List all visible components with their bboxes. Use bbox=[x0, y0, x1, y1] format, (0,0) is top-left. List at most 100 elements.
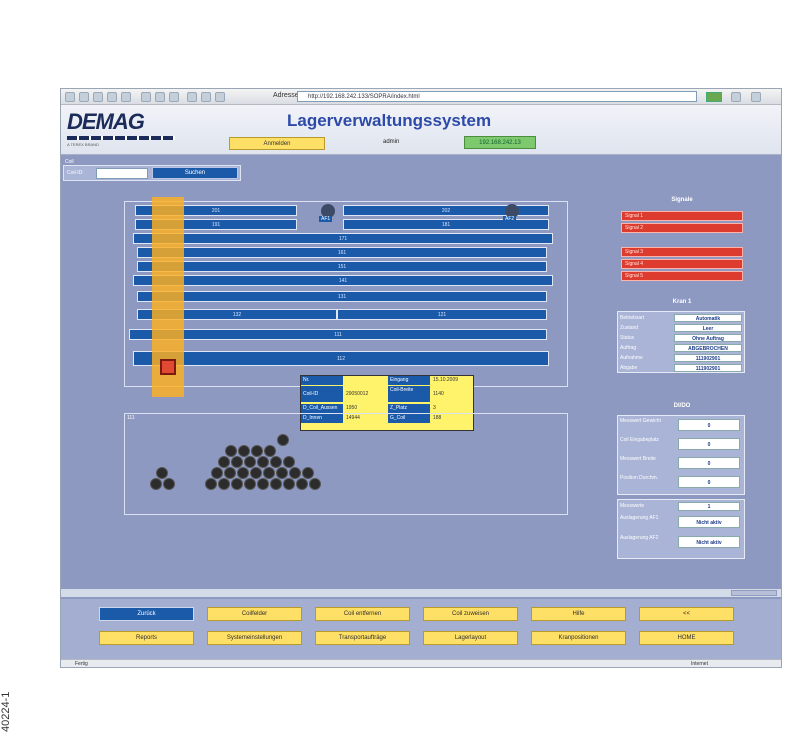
remove-coil-button[interactable]: Coil entfernen bbox=[315, 607, 410, 621]
help-button[interactable]: Hilfe bbox=[531, 607, 626, 621]
tooltip-key: Eingang bbox=[388, 376, 430, 385]
logo-stripe bbox=[67, 136, 175, 140]
lane[interactable]: 161 bbox=[137, 247, 547, 258]
coil[interactable] bbox=[289, 467, 301, 479]
transport-orders-button[interactable]: Transportaufträge bbox=[315, 631, 410, 645]
edit-icon[interactable] bbox=[215, 92, 225, 102]
home-icon[interactable] bbox=[121, 92, 131, 102]
lane-label: 112 bbox=[337, 356, 345, 362]
previous-button[interactable]: << bbox=[639, 607, 734, 621]
warehouse-layout-button[interactable]: Lagerlayout bbox=[423, 631, 518, 645]
signal-bar: Signal 5 bbox=[621, 271, 743, 281]
coil-fields-button[interactable]: Coilfelder bbox=[207, 607, 302, 621]
io-key: Coil Eingabeplatz bbox=[620, 437, 659, 443]
coil[interactable] bbox=[264, 445, 276, 457]
bottom-navigation: Zurück Coilfelder Coil entfernen Coil zu… bbox=[61, 599, 781, 659]
lane[interactable]: 171 bbox=[133, 233, 553, 244]
system-settings-button[interactable]: Systemeinstellungen bbox=[207, 631, 302, 645]
coil[interactable] bbox=[270, 478, 282, 490]
coil[interactable] bbox=[205, 478, 217, 490]
search-icon[interactable] bbox=[141, 92, 151, 102]
scrollbar-thumb[interactable] bbox=[731, 590, 777, 596]
go-button[interactable] bbox=[706, 92, 722, 102]
lane[interactable]: 141 bbox=[133, 275, 553, 286]
refresh-icon[interactable] bbox=[107, 92, 117, 102]
lane-label: 161 bbox=[337, 250, 347, 256]
assign-coil-button[interactable]: Coil zuweisen bbox=[423, 607, 518, 621]
back-icon[interactable] bbox=[65, 92, 75, 102]
coil[interactable] bbox=[283, 478, 295, 490]
coil[interactable] bbox=[309, 478, 321, 490]
lane-label: 132 bbox=[232, 312, 242, 318]
io-value: Nicht aktiv bbox=[678, 536, 740, 548]
horizontal-scrollbar[interactable] bbox=[61, 589, 781, 597]
coil[interactable] bbox=[244, 478, 256, 490]
coil[interactable] bbox=[224, 467, 236, 479]
coil[interactable] bbox=[231, 478, 243, 490]
stop-icon[interactable] bbox=[93, 92, 103, 102]
lane-label: 171 bbox=[338, 236, 348, 242]
favorites-icon[interactable] bbox=[155, 92, 165, 102]
coil[interactable] bbox=[257, 456, 269, 468]
coil[interactable] bbox=[283, 456, 295, 468]
coil[interactable] bbox=[257, 478, 269, 490]
lane-label: 181 bbox=[441, 222, 451, 228]
crane-status-panel: Betriebsart Automatik Zustand Leer Statu… bbox=[617, 311, 745, 373]
coil-id-input[interactable] bbox=[96, 168, 148, 179]
print-icon[interactable] bbox=[201, 92, 211, 102]
signal-bar: Signal 4 bbox=[621, 259, 743, 269]
tooltip-value: 15.10.2009 bbox=[433, 377, 459, 383]
crane-key: Status bbox=[620, 335, 635, 341]
coil[interactable] bbox=[211, 467, 223, 479]
mail-icon[interactable] bbox=[187, 92, 197, 102]
io-panel-title: DI/DO bbox=[673, 403, 691, 409]
forward-icon[interactable] bbox=[79, 92, 89, 102]
lane[interactable]: 131 bbox=[137, 291, 547, 302]
lane[interactable]: 121 bbox=[337, 309, 547, 320]
crane-key: Abgabe bbox=[620, 365, 638, 371]
links-icon[interactable] bbox=[731, 92, 741, 102]
coil[interactable] bbox=[150, 478, 162, 490]
home-button[interactable]: HOME bbox=[639, 631, 734, 645]
coil[interactable] bbox=[163, 478, 175, 490]
coil[interactable] bbox=[276, 467, 288, 479]
lane[interactable]: 151 bbox=[137, 261, 547, 272]
browser-toolbar: Adresse http://192.168.242.133/SOPRA/ind… bbox=[61, 89, 781, 105]
coil[interactable] bbox=[156, 467, 168, 479]
crane-positions-button[interactable]: Kranpositionen bbox=[531, 631, 626, 645]
lane[interactable]: 181 bbox=[343, 219, 549, 230]
tooltip-value: 1140 bbox=[433, 391, 444, 397]
io-status-panel: Messwert Gewicht 0 Coil Eingabeplatz 0 M… bbox=[617, 415, 745, 495]
login-button[interactable]: Anmelden bbox=[229, 137, 325, 150]
back-button[interactable]: Zurück bbox=[99, 607, 194, 621]
coil[interactable] bbox=[218, 456, 230, 468]
coil[interactable] bbox=[277, 434, 289, 446]
coil[interactable] bbox=[250, 467, 262, 479]
coil[interactable] bbox=[237, 467, 249, 479]
coil[interactable] bbox=[296, 478, 308, 490]
coil[interactable] bbox=[244, 456, 256, 468]
io-key: Auslagerung AF2 bbox=[620, 535, 659, 541]
coil[interactable] bbox=[251, 445, 263, 457]
coil[interactable] bbox=[225, 445, 237, 457]
crane-value: Automatik bbox=[674, 314, 742, 322]
crane-trolley[interactable] bbox=[160, 359, 176, 375]
reports-button[interactable]: Reports bbox=[99, 631, 194, 645]
tools-icon[interactable] bbox=[751, 92, 761, 102]
coil[interactable] bbox=[270, 456, 282, 468]
signal-bar: Signal 3 bbox=[621, 247, 743, 257]
lane[interactable]: 111 bbox=[129, 329, 547, 340]
coil[interactable] bbox=[263, 467, 275, 479]
coil[interactable] bbox=[218, 478, 230, 490]
address-input[interactable]: http://192.168.242.133/SOPRA/index.html bbox=[297, 91, 697, 102]
search-label: Coil-ID: bbox=[67, 170, 84, 176]
history-icon[interactable] bbox=[169, 92, 179, 102]
coil[interactable] bbox=[231, 456, 243, 468]
signal-bar: Signal 2 bbox=[621, 223, 743, 233]
coil[interactable] bbox=[302, 467, 314, 479]
coil[interactable] bbox=[238, 445, 250, 457]
search-button[interactable]: Suchen bbox=[152, 167, 238, 179]
tooltip-key: Z_Platz bbox=[388, 404, 430, 413]
lane-label: 201 bbox=[211, 208, 221, 214]
lane[interactable]: 112 bbox=[133, 351, 549, 366]
